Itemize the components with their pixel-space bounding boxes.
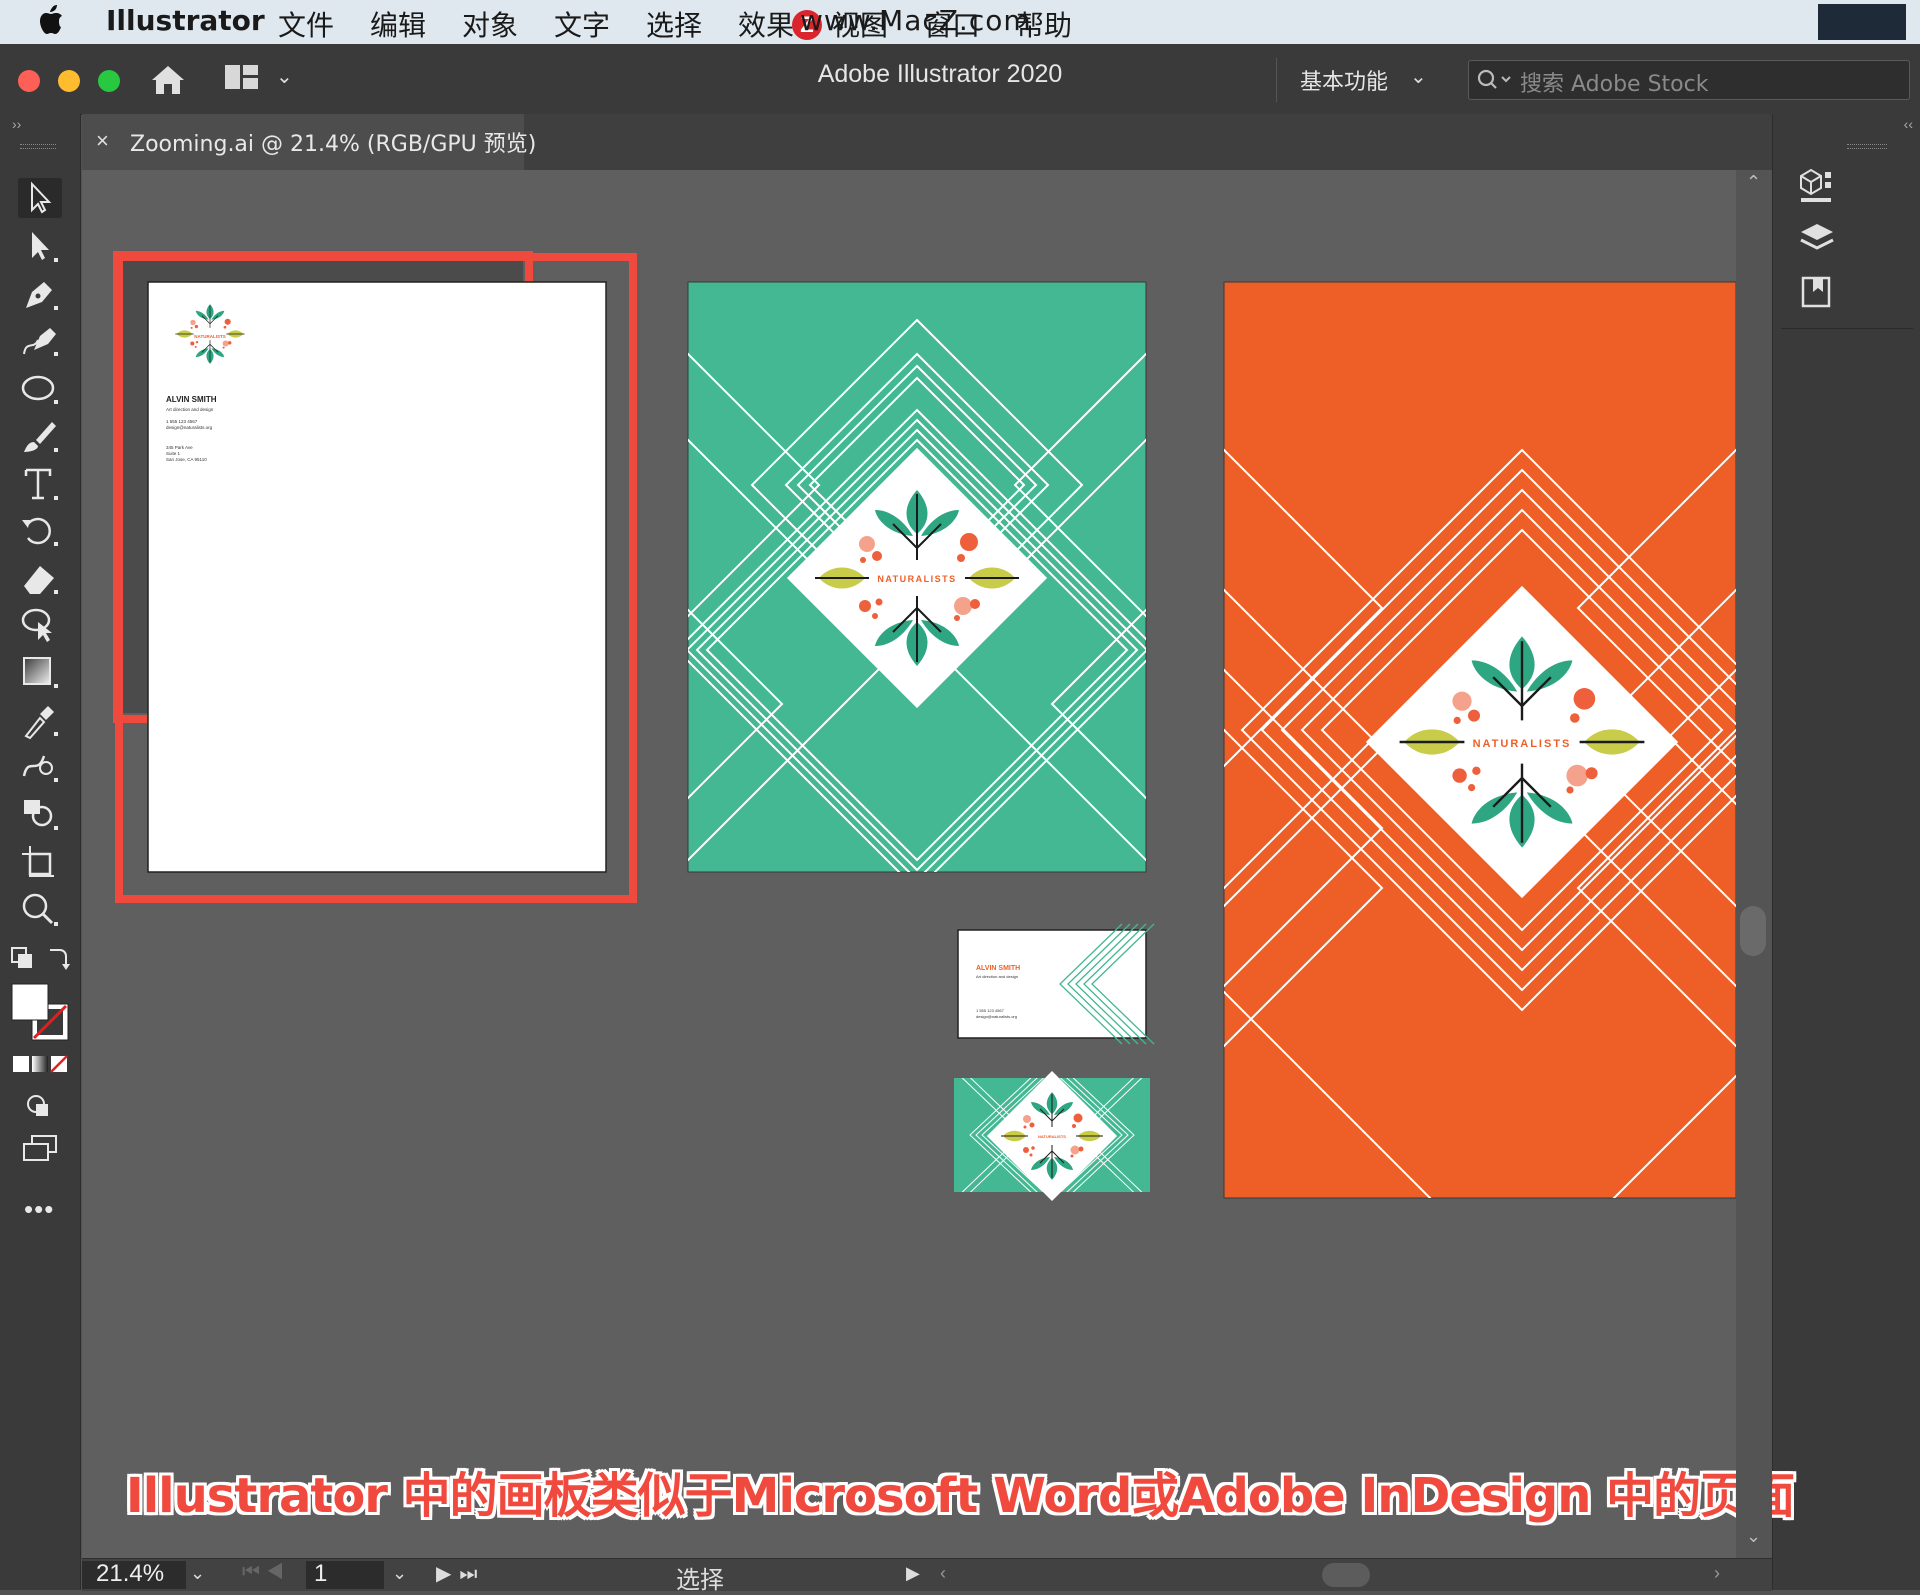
status-menu-arrow-icon[interactable]: ▶ bbox=[906, 1563, 920, 1584]
eyedropper-tool-icon[interactable] bbox=[18, 700, 62, 740]
shape-builder-tool-icon[interactable] bbox=[18, 794, 62, 834]
type-tool-icon[interactable] bbox=[18, 464, 62, 504]
letterhead-address-line1: 345 Park Ave bbox=[166, 445, 193, 450]
rotate-tool-icon[interactable] bbox=[18, 510, 62, 550]
panel-grip[interactable] bbox=[1847, 144, 1887, 149]
zoom-level-field[interactable]: 21.4% bbox=[96, 1560, 164, 1588]
orange-banner-brand: NATURALISTS bbox=[1473, 738, 1572, 750]
canvas[interactable]: NATURALISTS ALVIN SMITH Art direction an… bbox=[82, 170, 1736, 1558]
zoom-dropdown-chevron-icon[interactable]: ⌄ bbox=[190, 1563, 205, 1584]
horizontal-scroll-thumb[interactable] bbox=[1322, 1563, 1370, 1587]
zoom-window-button[interactable] bbox=[98, 70, 120, 92]
tutorial-caption: Illustrator 中的画板类似于Microsoft Word或Adobe … bbox=[125, 1468, 1795, 1524]
workspace-switcher[interactable]: 基本功能 bbox=[1300, 64, 1388, 96]
search-placeholder: 搜索 Adobe Stock bbox=[1520, 72, 1709, 97]
search-icon bbox=[1477, 69, 1511, 89]
document-tab-label[interactable]: Zooming.ai @ 21.4% (RGB/GPU 预览) bbox=[130, 126, 536, 158]
swap-fill-stroke-icon[interactable] bbox=[10, 944, 70, 974]
business-card-phone: 1 555 123 4567 bbox=[976, 1008, 1005, 1013]
selection-tool-icon[interactable] bbox=[18, 178, 62, 218]
properties-panel-icon[interactable] bbox=[1797, 164, 1837, 204]
business-card-name: ALVIN SMITH bbox=[976, 965, 1020, 972]
letterhead-address-line2: Suite 1 bbox=[166, 451, 181, 456]
layers-panel-icon[interactable] bbox=[1797, 218, 1837, 258]
panel-grip[interactable] bbox=[20, 144, 56, 149]
color-mode-icons[interactable] bbox=[12, 1054, 68, 1074]
scroll-left-icon[interactable]: ‹ bbox=[940, 1563, 946, 1584]
more-tools-icon[interactable]: ••• bbox=[24, 1194, 54, 1225]
watermark-text: www.MacZ.com bbox=[800, 4, 1032, 37]
artboard-dropdown-chevron-icon[interactable]: ⌄ bbox=[392, 1563, 407, 1584]
apple-menu-icon[interactable] bbox=[38, 4, 64, 43]
menu-select[interactable]: 选择 bbox=[646, 4, 702, 44]
libraries-panel-icon[interactable] bbox=[1797, 272, 1837, 312]
paintbrush-tool-icon[interactable] bbox=[18, 416, 62, 456]
artboard-tool-icon[interactable] bbox=[18, 842, 62, 882]
arrange-documents-icon[interactable] bbox=[224, 62, 260, 92]
fill-stroke-swatch[interactable] bbox=[10, 982, 72, 1044]
menu-type[interactable]: 文字 bbox=[554, 4, 610, 44]
artboard-number-field[interactable]: 1 bbox=[314, 1560, 327, 1588]
screen-mode-icon[interactable] bbox=[20, 1134, 60, 1164]
menubar-status-item[interactable] bbox=[1818, 4, 1906, 40]
letterhead-address-line3: San Jose, CA 95110 bbox=[166, 457, 207, 462]
collapse-panel-icon[interactable]: ›› bbox=[12, 116, 21, 132]
home-icon[interactable] bbox=[148, 60, 188, 100]
artboard-orange-banner[interactable]: NATURALISTS bbox=[1066, 281, 1736, 1290]
artboard-business-card-front[interactable]: ALVIN SMITH Art direction and design 1 5… bbox=[957, 923, 1155, 1045]
scroll-right-icon[interactable]: › bbox=[1714, 1563, 1720, 1584]
business-card-email: design@naturalists.org bbox=[976, 1014, 1017, 1019]
divider bbox=[1276, 58, 1277, 102]
scroll-up-icon[interactable]: ⌃ bbox=[1746, 172, 1761, 193]
menu-object[interactable]: 对象 bbox=[462, 4, 518, 44]
letterhead-phone: 1 555 123 4567 bbox=[166, 419, 198, 424]
direct-selection-tool-icon[interactable] bbox=[18, 226, 62, 266]
letterhead-brand: NATURALISTS bbox=[194, 334, 225, 339]
close-window-button[interactable] bbox=[18, 70, 40, 92]
menu-effect[interactable]: 效果 bbox=[738, 4, 794, 44]
ellipse-tool-icon[interactable] bbox=[18, 368, 62, 408]
status-bar: ⌄ ⏮◀ ⌄ ▶⏭ ▶ ‹ › bbox=[82, 1558, 1772, 1591]
vertical-scrollbar[interactable]: ⌃ ⌄ bbox=[1736, 170, 1772, 1558]
letterhead-subtitle: Art direction and design bbox=[166, 407, 214, 412]
teal-poster-brand: NATURALISTS bbox=[877, 574, 956, 584]
letterhead-name: ALVIN SMITH bbox=[166, 395, 217, 404]
draw-mode-icon[interactable] bbox=[24, 1092, 56, 1122]
close-tab-icon[interactable]: × bbox=[96, 128, 109, 154]
next-last-artboard-icons[interactable]: ▶⏭ bbox=[436, 1561, 496, 1589]
chevron-down-icon[interactable]: ⌄ bbox=[276, 64, 293, 89]
collapse-panel-icon[interactable]: ‹‹ bbox=[1904, 116, 1913, 132]
business-card-brand: NATURALISTS bbox=[1038, 1134, 1066, 1139]
curvature-tool-icon[interactable] bbox=[18, 320, 62, 360]
menu-app-name[interactable]: Illustrator bbox=[106, 4, 265, 37]
window-title: Adobe Illustrator 2020 bbox=[817, 60, 1063, 88]
menu-edit[interactable]: 编辑 bbox=[370, 4, 426, 44]
blend-tool-icon[interactable] bbox=[18, 746, 62, 786]
gradient-tool-icon[interactable] bbox=[18, 652, 62, 692]
zoom-tool-icon[interactable] bbox=[18, 890, 62, 930]
mac-menubar: Illustrator 文件 编辑 对象 文字 选择 效果 视图 窗口 帮助 Z… bbox=[0, 0, 1920, 44]
puppet-warp-tool-icon[interactable] bbox=[18, 604, 62, 644]
scroll-down-icon[interactable]: ⌄ bbox=[1746, 1526, 1761, 1547]
vertical-scroll-thumb[interactable] bbox=[1740, 906, 1766, 956]
menu-file[interactable]: 文件 bbox=[278, 4, 334, 44]
eraser-tool-icon[interactable] bbox=[18, 558, 62, 598]
right-panel-dock: ‹‹ bbox=[1772, 114, 1920, 1590]
pen-tool-icon[interactable] bbox=[18, 274, 62, 314]
business-card-subtitle: Art direction and design bbox=[976, 974, 1018, 979]
letterhead-email: design@naturalists.org bbox=[166, 425, 213, 430]
chevron-down-icon[interactable]: ⌄ bbox=[1410, 64, 1427, 89]
divider bbox=[1781, 328, 1913, 329]
artboard-business-card-back[interactable]: NATURALISTS bbox=[878, 1058, 1226, 1212]
minimize-window-button[interactable] bbox=[58, 70, 80, 92]
tools-panel: ›› ••• bbox=[0, 114, 81, 1590]
